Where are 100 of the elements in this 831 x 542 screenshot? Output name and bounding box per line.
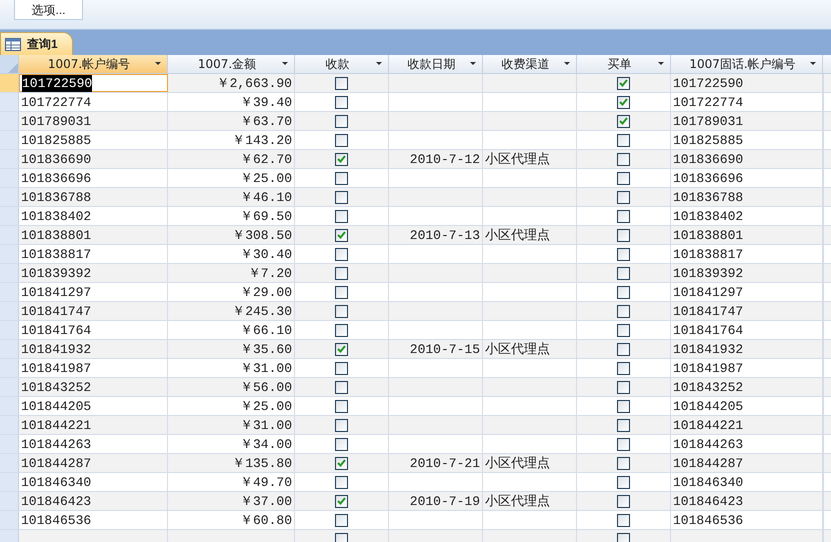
checkbox[interactable] — [617, 76, 630, 90]
checkbox[interactable] — [335, 76, 348, 90]
checkbox[interactable] — [335, 114, 348, 128]
tab-label: 查询1 — [27, 36, 58, 53]
options-button[interactable]: 选项... — [14, 0, 83, 20]
table-cell: ￥29.00 — [240, 284, 292, 300]
dropdown-arrow-icon[interactable] — [376, 62, 382, 66]
column-header[interactable]: 1007.金额 — [168, 55, 295, 73]
checkbox[interactable] — [617, 210, 630, 222]
checkbox[interactable] — [617, 266, 630, 280]
checkbox[interactable] — [617, 190, 630, 204]
checkbox[interactable] — [617, 476, 630, 488]
checkbox[interactable] — [335, 210, 348, 222]
checkbox[interactable] — [335, 248, 348, 260]
check-icon — [337, 231, 346, 239]
checkbox[interactable] — [335, 266, 348, 280]
checkbox[interactable] — [335, 190, 348, 204]
table-cell: 101846340 — [673, 474, 744, 490]
checkbox[interactable] — [335, 228, 348, 242]
checkbox[interactable] — [617, 456, 630, 470]
checkbox[interactable] — [335, 476, 348, 488]
checkbox[interactable] — [617, 304, 630, 318]
table-cell: 101722590 — [22, 74, 92, 92]
checkbox[interactable] — [617, 532, 630, 542]
table-cell: 小区代理点 — [485, 226, 550, 244]
table-cell: ￥25.00 — [240, 398, 292, 414]
dropdown-arrow-icon[interactable] — [155, 62, 161, 66]
table-cell: 101844205 — [21, 398, 92, 414]
table-cell: ￥34.00 — [240, 436, 292, 452]
dropdown-arrow-icon[interactable] — [282, 62, 288, 66]
column-header[interactable]: 收款 — [295, 55, 389, 73]
column-header[interactable]: 收款日期 — [389, 55, 483, 73]
checkbox[interactable] — [335, 532, 348, 542]
checkbox[interactable] — [617, 114, 630, 128]
table-cell: 101722590 — [673, 74, 744, 92]
table-cell: ￥2,663.90 — [216, 74, 292, 92]
table-cell: 101841932 — [673, 340, 744, 358]
checkbox[interactable] — [335, 152, 348, 166]
checkbox[interactable] — [617, 248, 630, 260]
table-cell: 2010-7-15 — [410, 340, 480, 358]
dropdown-arrow-icon[interactable] — [564, 62, 570, 66]
table-cell: 101843252 — [673, 378, 744, 396]
checkbox[interactable] — [335, 494, 348, 508]
column-header[interactable]: 买单 — [577, 55, 671, 73]
checkbox[interactable] — [335, 362, 348, 374]
checkbox[interactable] — [617, 286, 630, 298]
dropdown-arrow-icon[interactable] — [470, 62, 476, 66]
column-header[interactable]: 1007.帐户编号 — [19, 55, 168, 73]
table-cell: 101846536 — [21, 512, 92, 528]
checkbox[interactable] — [617, 228, 630, 242]
table-cell: 101841747 — [673, 302, 744, 320]
checkbox[interactable] — [335, 418, 348, 432]
table-cell: 101839392 — [21, 264, 92, 282]
check-icon — [337, 459, 346, 467]
table-cell: 101841297 — [673, 284, 744, 300]
checkbox[interactable] — [335, 304, 348, 318]
table-cell: 101838402 — [673, 208, 744, 224]
dropdown-arrow-icon[interactable] — [658, 62, 664, 66]
table-cell: ￥66.10 — [240, 322, 292, 338]
checkbox[interactable] — [617, 96, 630, 108]
checkbox[interactable] — [617, 134, 630, 146]
checkbox[interactable] — [335, 96, 348, 108]
table-cell: 101846423 — [673, 492, 744, 510]
corner-triangle-icon — [8, 63, 18, 73]
checkbox[interactable] — [335, 286, 348, 298]
check-icon — [337, 345, 346, 353]
checkbox[interactable] — [335, 400, 348, 412]
checkbox[interactable] — [617, 362, 630, 374]
checkbox[interactable] — [617, 380, 630, 394]
checkbox[interactable] — [335, 438, 348, 450]
checkbox[interactable] — [617, 152, 630, 166]
table-cell: 101722774 — [673, 94, 744, 110]
checkbox[interactable] — [335, 172, 348, 184]
checkbox[interactable] — [335, 324, 348, 336]
checkbox[interactable] — [335, 342, 348, 356]
checkbox[interactable] — [617, 400, 630, 412]
checkbox[interactable] — [617, 514, 630, 526]
checkbox[interactable] — [617, 438, 630, 450]
column-header[interactable]: 收费渠道 — [483, 55, 577, 73]
query-tab[interactable]: 查询1 — [0, 32, 73, 55]
table-cell: ￥63.70 — [240, 112, 292, 130]
checkbox[interactable] — [617, 172, 630, 184]
dropdown-arrow-icon[interactable] — [810, 62, 816, 66]
checkbox[interactable] — [335, 380, 348, 394]
table-cell: ￥35.60 — [240, 340, 292, 358]
table-cell: 101789031 — [673, 112, 744, 130]
table-cell: ￥60.80 — [240, 512, 292, 528]
checkbox[interactable] — [335, 514, 348, 526]
table-cell: 101825885 — [673, 132, 744, 148]
table-cell: ￥245.30 — [232, 302, 292, 320]
checkbox[interactable] — [617, 418, 630, 432]
table-cell: ￥49.70 — [240, 474, 292, 490]
checkbox[interactable] — [617, 342, 630, 356]
check-icon — [337, 497, 346, 505]
checkbox[interactable] — [617, 324, 630, 336]
table-cell: ￥7.20 — [248, 264, 292, 282]
checkbox[interactable] — [335, 134, 348, 146]
table-cell: 101836788 — [21, 188, 92, 206]
checkbox[interactable] — [617, 494, 630, 508]
checkbox[interactable] — [335, 456, 348, 470]
